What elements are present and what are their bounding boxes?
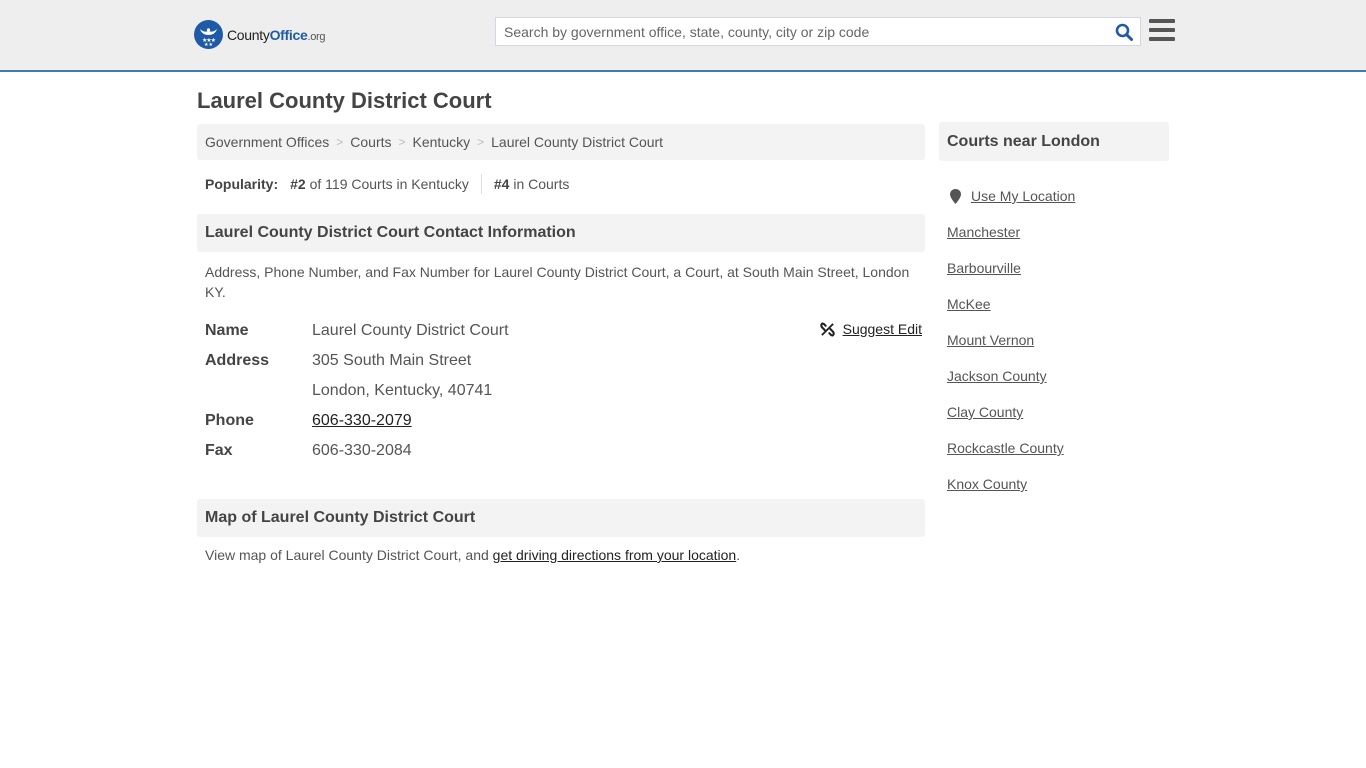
nearby-courts-list: Use My Location Manchester Barbourville … [939,178,1169,502]
breadcrumb-kentucky[interactable]: Kentucky [413,134,471,150]
nearby-link-manchester[interactable]: Manchester [947,214,1169,250]
nearby-link-mckee[interactable]: McKee [947,286,1169,322]
nearby-link-rockcastle-county[interactable]: Rockcastle County [947,430,1169,466]
overall-rank: #4 [493,176,510,192]
map-heading: Map of Laurel County District Court [197,499,925,537]
logo-org: .org [307,30,326,43]
fax-value: 606-330-2084 [312,442,412,459]
popularity-label: Popularity: [205,176,279,192]
nearby-link-barbourville[interactable]: Barbourville [947,250,1169,286]
address-row-2: London, Kentucky, 40741 [205,376,925,406]
page-title: Laurel County District Court [197,88,492,113]
menu-bar-icon [1149,19,1175,23]
address-line2: London, Kentucky, 40741 [312,382,493,399]
address-row: Address 305 South Main Street [205,346,925,376]
address-line1: 305 South Main Street [312,352,472,369]
nearby-link-knox-county[interactable]: Knox County [947,466,1169,502]
breadcrumb-separator: > [398,135,406,149]
logo-link[interactable]: ★ ★ ★ ★ ★ CountyOffice.org [194,20,326,49]
fax-label: Fax [205,442,233,459]
popularity-bar: Popularity: #2 of 119 Courts in Kentucky… [197,174,925,194]
contact-description: Address, Phone Number, and Fax Number fo… [205,264,910,300]
eagle-logo-icon: ★ ★ ★ ★ ★ [194,20,223,49]
logo-text: CountyOffice.org [227,26,326,43]
logo-county: County [227,26,270,43]
menu-bar-icon [1149,28,1175,32]
breadcrumb: Government Offices > Courts > Kentucky >… [197,124,925,160]
breadcrumb-government-offices[interactable]: Government Offices [205,134,329,150]
search-input[interactable] [496,18,1108,45]
search-bar [495,17,1141,46]
overall-rank-text: in Courts [509,176,570,192]
state-rank: #2 [290,176,306,192]
hamburger-menu-button[interactable] [1149,19,1175,41]
search-icon [1115,23,1133,41]
nearby-link-mount-vernon[interactable]: Mount Vernon [947,322,1169,358]
phone-row: Phone 606-330-2079 [205,406,925,436]
main-content: Government Offices > Courts > Kentucky >… [197,124,925,563]
menu-bar-icon [1149,37,1175,41]
sidebar-heading: Courts near London [939,122,1169,161]
name-row: Name Laurel County District Court [205,316,925,346]
site-header: ★ ★ ★ ★ ★ CountyOffice.org [0,0,1366,72]
search-button[interactable] [1108,18,1140,45]
breadcrumb-courts[interactable]: Courts [350,134,391,150]
breadcrumb-current: Laurel County District Court [491,134,664,150]
divider [480,174,482,194]
unlink-icon [819,322,835,336]
map-description-text: View map of Laurel County District Court… [205,547,493,563]
address-label: Address [205,352,270,369]
nearby-link-jackson-county[interactable]: Jackson County [947,358,1169,394]
svg-text:★: ★ [209,42,214,48]
logo-office: Office [269,26,308,43]
sidebar: Courts near London Use My Location Manch… [939,122,1169,502]
map-description: View map of Laurel County District Court… [197,537,925,563]
contact-info: Suggest Edit Name Laurel County District… [197,316,925,466]
name-value: Laurel County District Court [312,322,509,339]
state-rank-text: of 119 Courts in Kentucky [305,176,469,192]
fax-row: Fax 606-330-2084 [205,436,925,466]
map-description-suffix: . [736,547,741,563]
suggest-edit-label: Suggest Edit [842,321,922,337]
phone-link[interactable]: 606-330-2079 [312,412,412,430]
use-my-location-link[interactable]: Use My Location [947,178,1169,214]
breadcrumb-separator: > [477,135,485,149]
nearby-link-clay-county[interactable]: Clay County [947,394,1169,430]
name-label: Name [205,322,249,339]
suggest-edit-link[interactable]: Suggest Edit [819,321,922,337]
use-my-location-label: Use My Location [971,188,1076,204]
contact-heading: Laurel County District Court Contact Inf… [197,214,925,252]
map-marker-icon [950,188,961,204]
breadcrumb-separator: > [336,135,344,149]
driving-directions-link[interactable]: get driving directions from your locatio… [493,547,737,563]
phone-label: Phone [205,412,254,429]
